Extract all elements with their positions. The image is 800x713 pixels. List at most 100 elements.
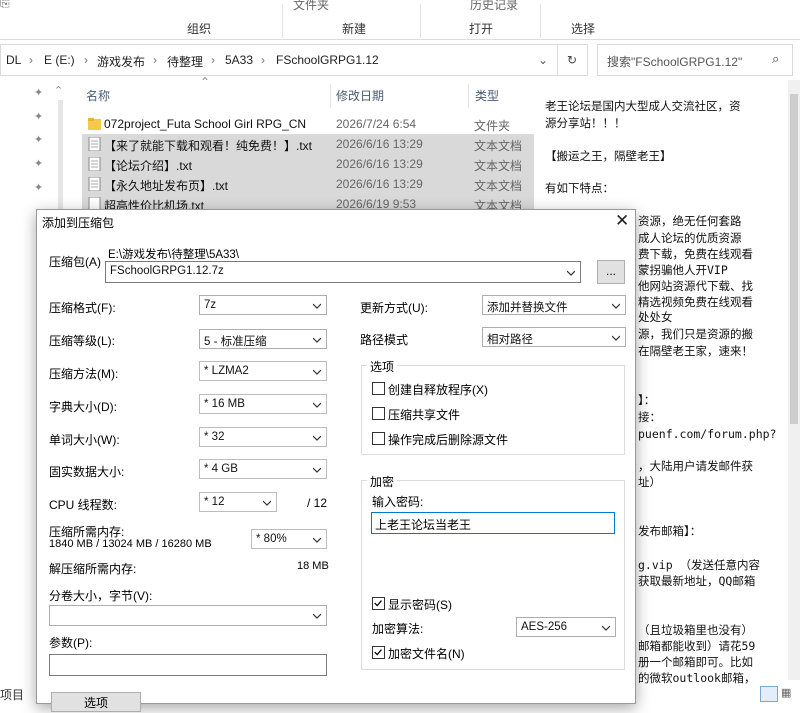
ribbon-group-organize: 组织 [187, 22, 212, 36]
search-box[interactable]: 搜索"FSchoolGRPG1.12" ⌕ [597, 44, 793, 76]
refresh-icon[interactable]: ↻ [567, 53, 577, 67]
word-select[interactable]: * 32 [199, 427, 327, 447]
ribbon-history-partial[interactable]: 历史记录 [470, 0, 518, 13]
file-date: 2026/6/16 13:29 [336, 137, 423, 151]
chevron-down-icon [602, 625, 610, 631]
pin-icon[interactable]: ✦ [34, 157, 43, 170]
archive-name-combo[interactable]: FSchoolGRPG1.12.7z [105, 261, 581, 283]
scrollbar-thumb[interactable] [790, 94, 798, 424]
close-icon[interactable]: ✕ [615, 211, 629, 231]
update-select[interactable]: 添加并替换文件 [482, 295, 626, 315]
mem-percent-select[interactable]: * 80% [251, 529, 327, 549]
decomp-value: 18 MB [297, 560, 329, 572]
breadcrumb-games[interactable]: 游戏发布 [97, 53, 145, 70]
chevron-down-icon [567, 270, 575, 276]
threads-label: CPU 线程数: [49, 498, 118, 512]
preview-line: 源分享站！！！ [545, 116, 626, 130]
password-input[interactable]: 上老王论坛当老王 [371, 512, 615, 534]
word-value: * 32 [204, 431, 225, 443]
params-input[interactable] [49, 654, 327, 676]
details-view-icon[interactable] [760, 686, 778, 702]
encryption-group-label: 加密 [367, 473, 398, 490]
format-select[interactable]: 7z [199, 295, 327, 315]
address-dropdown-icon[interactable]: ⌄ [538, 53, 548, 67]
solid-select[interactable]: * 4 GB [199, 459, 327, 479]
encrypt-names-checkbox[interactable] [372, 646, 385, 659]
sfx-label: 创建自释放程序(X) [388, 383, 488, 397]
folder-icon [88, 118, 101, 130]
file-row[interactable]: 072project_Futa School Girl RPG_CN 2026/… [82, 114, 534, 134]
preview-line: 处处女 [638, 310, 673, 324]
file-row[interactable]: 【来了就能下载和观看！纯免费！】.txt 2026/6/16 13:29 文本文… [82, 134, 534, 154]
file-date: 2026/6/16 13:29 [336, 157, 423, 171]
scroll-up-icon[interactable]: ⌃ [54, 84, 63, 97]
level-value: 5 - 标准压缩 [204, 336, 267, 348]
dict-select[interactable]: * 16 MB [199, 394, 327, 414]
enc-method-select[interactable]: AES-256 [516, 617, 616, 637]
column-type[interactable]: 类型 [475, 87, 499, 104]
delete-checkbox[interactable] [372, 432, 385, 445]
file-name: 072project_Futa School Girl RPG_CN [104, 117, 307, 131]
threads-max: / 12 [307, 496, 328, 510]
split-combo[interactable] [49, 605, 327, 626]
text-file-icon [88, 197, 101, 209]
sort-arrow-icon: ⌃ [200, 75, 211, 89]
breadcrumb-dl[interactable]: DL [6, 53, 21, 67]
chevron-down-icon [313, 303, 321, 309]
address-bar[interactable]: DL › E (E:) › 游戏发布 › 待整理 › 5A33 › FSchoo… [0, 44, 588, 76]
breadcrumb-pending[interactable]: 待整理 [167, 53, 203, 70]
file-row[interactable]: 【永久地址发布页】.txt 2026/6/16 13:29 文本文档 [82, 174, 534, 194]
preview-line: 发布邮箱】： [638, 524, 702, 538]
pin-icon[interactable]: ✦ [34, 86, 43, 99]
sfx-checkbox[interactable] [372, 382, 385, 395]
path-label: 路径模式 [360, 333, 409, 347]
word-label: 单词大小(W): [49, 433, 120, 447]
preview-line: 册一个邮箱即可。比如 [638, 655, 753, 669]
preview-line: 【搬运之王，隔壁老王】 [545, 149, 672, 163]
pin-icon[interactable]: ✦ [34, 133, 43, 146]
preview-line: 费下载，免费在线观看 [638, 247, 753, 261]
breadcrumb-drive[interactable]: E (E:) [44, 53, 75, 67]
file-row[interactable]: 【论坛介绍】.txt 2026/6/16 13:29 文本文档 [82, 154, 534, 174]
chevron-down-icon [313, 613, 321, 619]
search-icon[interactable]: ⌕ [772, 51, 779, 67]
options-group-label: 选项 [367, 358, 398, 375]
column-date[interactable]: 修改日期 [336, 87, 384, 104]
pin-icon[interactable]: ✦ [34, 110, 43, 123]
solid-value: * 4 GB [204, 463, 238, 475]
level-select[interactable]: 5 - 标准压缩 [199, 329, 327, 349]
update-value: 添加并替换文件 [487, 302, 568, 314]
file-type: 文本文档 [474, 179, 523, 193]
file-type: 文件夹 [474, 119, 511, 133]
search-input[interactable]: 搜索"FSchoolGRPG1.12" [607, 53, 742, 70]
preview-line: 精选视频免费在线观看 [638, 295, 753, 309]
ribbon-new-folder-partial[interactable]: 文件夹 [293, 0, 329, 13]
status-items: 项目 [0, 688, 25, 702]
ribbon-group-select: 选择 [571, 22, 596, 36]
tiles-view-icon[interactable]: ▦ [781, 686, 797, 702]
path-select[interactable]: 相对路径 [482, 327, 626, 347]
file-date: 2026/7/24 6:54 [336, 117, 417, 131]
pin-icon[interactable]: ✦ [34, 181, 43, 194]
breadcrumb-current[interactable]: FSchoolGRPG1.12 [276, 53, 379, 67]
show-password-checkbox[interactable] [372, 597, 385, 610]
file-name: 【论坛介绍】.txt [104, 159, 193, 173]
file-row[interactable]: 超高性价比机场.txt 2026/6/19 9:53 文本文档 [82, 194, 534, 209]
options-button[interactable]: 选项 [51, 692, 141, 712]
shared-checkbox[interactable] [372, 407, 385, 420]
chevron-down-icon [313, 337, 321, 343]
breadcrumb-5a33[interactable]: 5A33 [225, 53, 253, 67]
column-name[interactable]: 名称 [86, 87, 110, 104]
ribbon-group-new: 新建 [342, 22, 367, 36]
ribbon-partial-left: ⎘ [0, 0, 10, 10]
enc-method-value: AES-256 [521, 621, 568, 633]
preview-line: 】： [638, 393, 656, 407]
threads-select[interactable]: * 12 [199, 492, 277, 512]
preview-line: puenf.com/forum.php? [638, 427, 777, 441]
file-date: 2026/6/16 13:29 [336, 177, 423, 191]
file-type: 文本文档 [474, 199, 523, 209]
browse-button[interactable]: ... [597, 260, 625, 284]
method-select[interactable]: * LZMA2 [199, 361, 327, 381]
preview-line: ，大陆用户请发邮件获 [638, 459, 753, 473]
preview-scrollbar[interactable] [788, 80, 800, 680]
